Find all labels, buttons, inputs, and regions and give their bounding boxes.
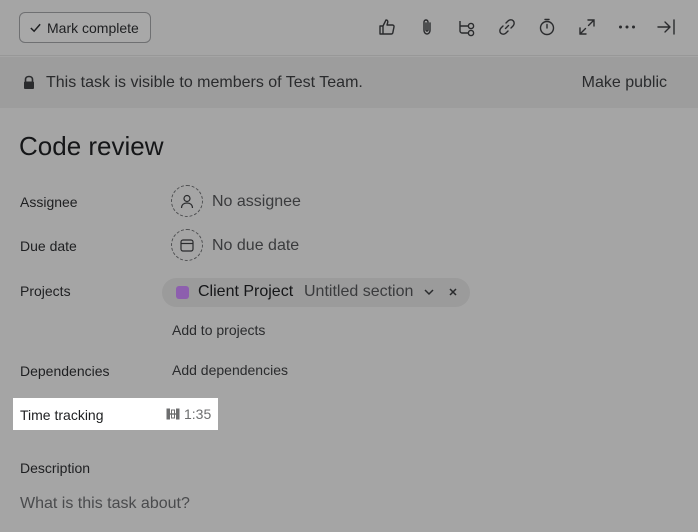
time-tracking-icon [166,408,180,420]
assignee-value[interactable]: No assignee [212,193,301,211]
visibility-banner: This task is visible to members of Test … [0,57,698,108]
paperclip-icon[interactable] [415,15,439,39]
link-icon[interactable] [495,15,519,39]
projects-label: Projects [20,283,71,299]
add-to-projects-button[interactable]: Add to projects [172,322,265,338]
timer-icon[interactable] [535,15,559,39]
assignee-label: Assignee [20,194,78,210]
task-title[interactable]: Code review [19,131,164,162]
assignee-avatar-button[interactable] [171,185,203,217]
task-toolbar: Mark complete [0,0,698,56]
add-dependencies-button[interactable]: Add dependencies [172,362,288,378]
project-name[interactable]: Client Project [198,283,293,301]
person-icon [180,194,194,209]
thumbs-up-icon[interactable] [375,15,399,39]
description-label: Description [20,460,91,476]
visibility-text: This task is visible to members of Test … [46,74,363,91]
make-public-button[interactable]: Make public [582,74,667,92]
close-panel-icon[interactable] [654,15,678,39]
mark-complete-label: Mark complete [47,19,139,36]
project-pill[interactable]: Client Project Untitled section [162,278,470,307]
time-tracking-label: Time tracking [20,407,104,423]
mark-complete-button[interactable]: Mark complete [19,12,151,43]
check-icon [30,23,41,33]
time-tracking-value[interactable]: 1:35 [184,406,211,422]
time-tracking-row[interactable]: Time tracking 1:35 [13,398,218,430]
project-color-swatch [176,286,189,299]
description-input[interactable]: What is this task about? [20,495,190,513]
expand-icon[interactable] [575,15,599,39]
calendar-icon [180,239,194,252]
project-section[interactable]: Untitled section [304,283,413,301]
due-date-label: Due date [20,238,77,254]
more-icon[interactable] [615,15,639,39]
due-date-button[interactable] [171,229,203,261]
remove-project-icon[interactable] [447,286,459,298]
due-date-value[interactable]: No due date [212,237,299,255]
chevron-down-icon[interactable] [424,288,434,296]
subtask-icon[interactable] [455,15,479,39]
dependencies-label: Dependencies [20,363,110,379]
lock-icon [24,75,34,89]
